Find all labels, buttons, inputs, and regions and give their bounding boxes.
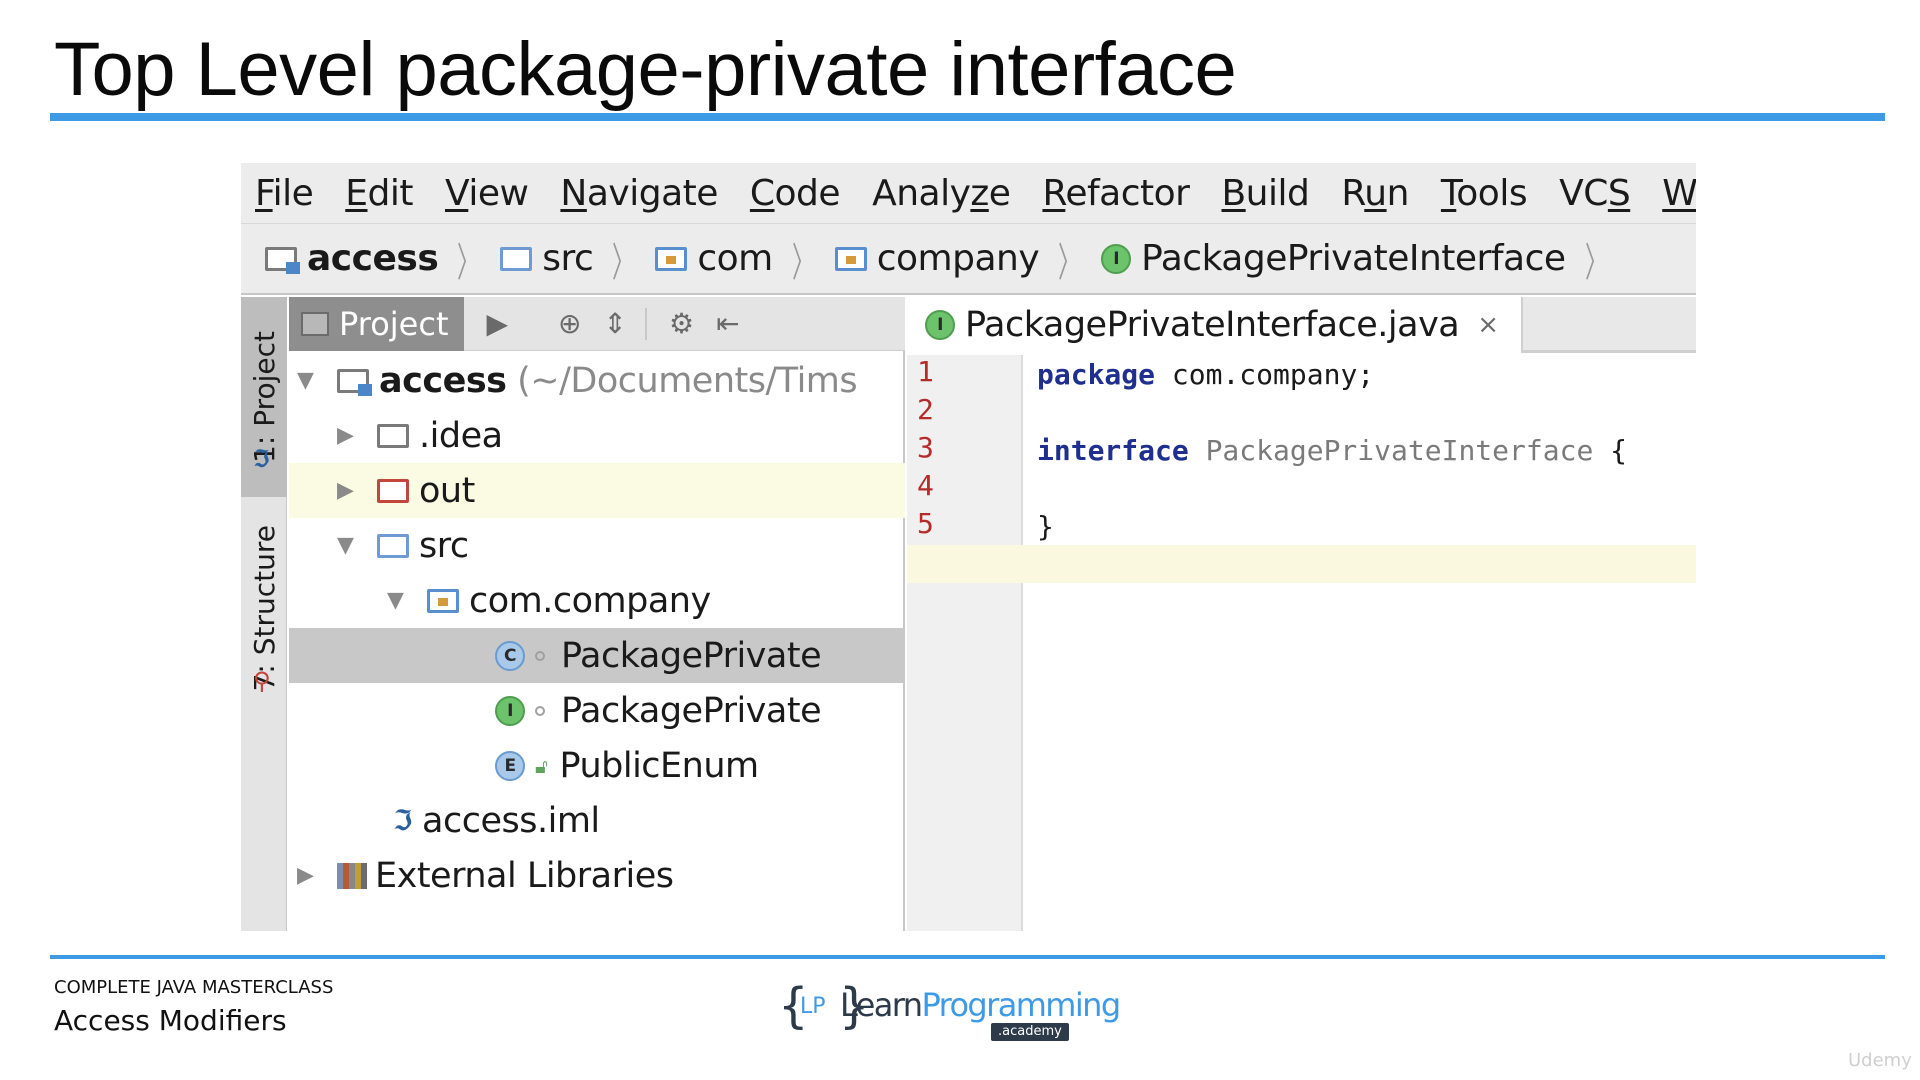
logo-academy-badge: .academy — [991, 1023, 1069, 1041]
excluded-folder-icon — [377, 478, 409, 503]
project-view-selector[interactable]: Project — [289, 296, 465, 351]
menu-view[interactable]: View — [445, 173, 529, 214]
footer-rule — [50, 955, 1885, 959]
gear-icon[interactable]: ⚙ — [669, 307, 694, 340]
source-folder-icon — [377, 533, 409, 558]
expand-arrow-icon[interactable]: ▼ — [297, 368, 314, 393]
title-underline — [50, 113, 1885, 121]
module-folder-icon — [337, 368, 372, 396]
iml-file-icon: ℑ — [393, 804, 413, 837]
folder-icon — [500, 246, 533, 271]
package-private-icon — [535, 705, 545, 716]
tree-item-packageprivate-interface[interactable]: I PackagePrivate — [289, 683, 905, 738]
line-number: 1 — [917, 355, 934, 388]
menu-run[interactable]: Run — [1341, 173, 1409, 214]
menu-edit[interactable]: Edit — [345, 173, 413, 214]
tree-item-publicenum[interactable]: E 🔓︎ PublicEnum — [289, 738, 905, 793]
package-icon — [834, 246, 867, 271]
tree-item-out[interactable]: ▶ out — [289, 463, 905, 518]
menu-refactor[interactable]: Refactor — [1042, 173, 1190, 214]
line-number-gutter: 1 2 3 4 5 6 — [907, 355, 1023, 931]
project-panel: Project ▶ ⊕ ⇕ ⚙ ⇤ ▼ access (~/Documents/… — [289, 296, 905, 931]
line-number: 4 — [917, 469, 934, 502]
public-lock-icon: 🔓︎ — [535, 753, 548, 778]
collapsed-arrow-icon[interactable]: ▶ — [337, 478, 354, 503]
menu-code[interactable]: Code — [750, 173, 841, 214]
line-number: 2 — [917, 393, 934, 426]
course-name: COMPLETE JAVA MASTERCLASS — [54, 977, 334, 998]
breadcrumb-separator-icon: 〉 — [1058, 239, 1081, 286]
project-tree: ▼ access (~/Documents/Tims ▶ .idea ▶ out — [289, 353, 905, 903]
menu-bar: File Edit View Navigate Code Analyze Ref… — [241, 163, 1696, 223]
close-icon[interactable]: × — [1477, 310, 1499, 340]
logo-text: LearnProgramming — [840, 986, 1121, 1024]
tree-item-access[interactable]: ▼ access (~/Documents/Tims — [289, 353, 905, 408]
tool-window-strip: 1: Project ℑ 7: Structure ⚲ — [241, 297, 287, 931]
section-name: Access Modifiers — [54, 1004, 287, 1037]
code-line-1: package com.company; — [1037, 357, 1375, 391]
folder-icon — [377, 423, 409, 448]
tree-item-com-company[interactable]: ▼ com.company — [289, 573, 905, 628]
menu-navigate[interactable]: Navigate — [560, 173, 718, 214]
project-view-icon — [301, 311, 329, 336]
code-area[interactable]: package com.company; interface PackagePr… — [907, 355, 1696, 931]
code-line-5: } — [1037, 509, 1054, 543]
class-icon: C — [495, 640, 525, 671]
menu-window[interactable]: W — [1662, 173, 1696, 214]
breadcrumb-access[interactable]: access — [265, 238, 439, 279]
package-private-icon — [535, 650, 545, 661]
learnprogramming-logo: { } LP LearnProgramming .academy — [778, 976, 1121, 1046]
editor-tab-bar: I PackagePrivateInterface.java × — [907, 297, 1696, 353]
breadcrumb-packageprivateinterface[interactable]: I PackagePrivateInterface — [1101, 238, 1566, 279]
breadcrumb-com[interactable]: com — [655, 238, 773, 279]
line-number: 5 — [917, 507, 934, 540]
play-arrow-icon[interactable]: ▶ — [486, 307, 508, 340]
libraries-icon — [337, 862, 367, 889]
code-line-3: interface PackagePrivateInterface { — [1037, 433, 1628, 467]
project-toolbar: Project ▶ ⊕ ⇕ ⚙ ⇤ — [289, 296, 905, 351]
structure-icon: ⚲ — [253, 667, 271, 695]
tree-item-src[interactable]: ▼ src — [289, 518, 905, 573]
interface-icon: I — [925, 310, 955, 340]
current-line-highlight — [907, 545, 1696, 583]
menu-build[interactable]: Build — [1221, 173, 1309, 214]
package-icon — [427, 588, 459, 613]
tab-packageprivateinterface-java[interactable]: I PackagePrivateInterface.java × — [907, 297, 1523, 353]
menu-file[interactable]: File — [255, 173, 314, 214]
collapse-all-icon[interactable]: ⇕ — [604, 307, 627, 340]
enum-icon: E — [495, 750, 525, 781]
menu-tools[interactable]: Tools — [1441, 173, 1528, 214]
tree-item-external-libraries[interactable]: ▶ External Libraries — [289, 848, 905, 903]
tree-item-packageprivate-class[interactable]: C PackagePrivate — [289, 628, 905, 683]
menu-vcs[interactable]: VCS — [1559, 173, 1631, 214]
interface-icon: I — [495, 695, 525, 726]
module-folder-icon — [265, 246, 300, 274]
breadcrumb-separator-icon: 〉 — [1584, 239, 1607, 286]
breadcrumb: access 〉 src 〉 com 〉 company 〉 I PackageP… — [241, 223, 1696, 295]
breadcrumb-separator-icon: 〉 — [457, 239, 480, 286]
line-number: 3 — [917, 431, 934, 464]
breadcrumb-company[interactable]: company — [834, 238, 1040, 279]
code-editor: I PackagePrivateInterface.java × 1 2 3 4… — [907, 297, 1696, 931]
logo-lp: LP — [800, 994, 826, 1019]
breadcrumb-separator-icon: 〉 — [791, 239, 814, 286]
expand-arrow-icon[interactable]: ▼ — [337, 533, 354, 558]
breadcrumb-separator-icon: 〉 — [612, 239, 635, 286]
slide-title: Top Level package-private interface — [54, 27, 1237, 112]
scroll-from-source-icon[interactable]: ⊕ — [558, 307, 581, 340]
collapsed-arrow-icon[interactable]: ▶ — [297, 863, 314, 888]
expand-arrow-icon[interactable]: ▼ — [387, 588, 404, 613]
project-icon: ℑ — [253, 445, 270, 473]
udemy-watermark: Udemy — [1848, 1050, 1912, 1071]
menu-analyze[interactable]: Analyze — [872, 173, 1011, 214]
package-icon — [655, 246, 688, 271]
toolbar-divider — [644, 307, 647, 340]
tree-item-idea[interactable]: ▶ .idea — [289, 408, 905, 463]
collapsed-arrow-icon[interactable]: ▶ — [337, 423, 354, 448]
ide-screenshot: File Edit View Navigate Code Analyze Ref… — [241, 163, 1696, 931]
hide-panel-icon[interactable]: ⇤ — [716, 307, 739, 340]
interface-icon: I — [1101, 243, 1132, 274]
breadcrumb-src[interactable]: src — [500, 238, 594, 279]
tree-item-access-iml[interactable]: ℑ access.iml — [289, 793, 905, 848]
